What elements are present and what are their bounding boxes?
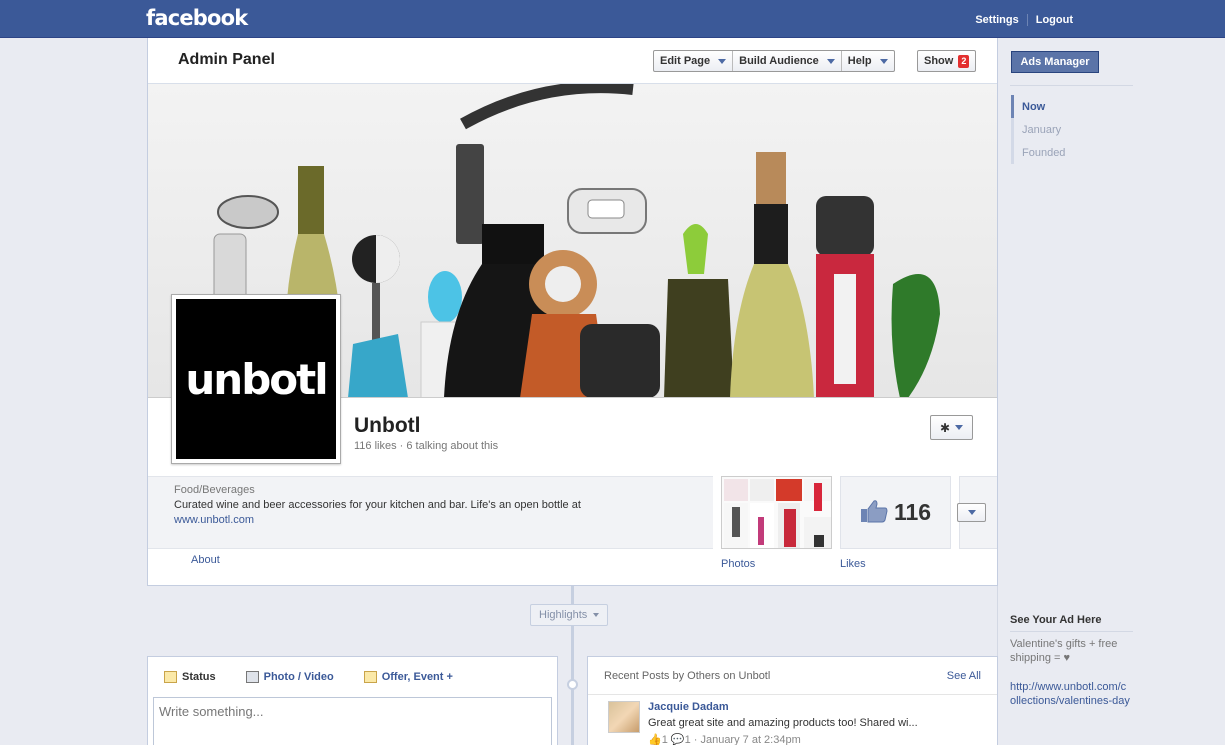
page-options-button[interactable]: ✱: [930, 415, 973, 440]
tab-status[interactable]: Status: [164, 671, 216, 683]
status-icon: [164, 671, 177, 683]
ad-section-title[interactable]: See Your Ad Here: [1010, 614, 1102, 626]
help-label: Help: [847, 55, 872, 67]
chevron-down-icon: [718, 58, 727, 64]
admin-button-group: Edit Page Build Audience Help: [653, 50, 895, 72]
page-name: Unbotl: [354, 414, 421, 437]
timeline-nav-founded[interactable]: Founded: [1011, 141, 1065, 164]
logout-link[interactable]: Logout: [1036, 14, 1073, 26]
edit-page-button[interactable]: Edit Page: [654, 51, 734, 71]
page-stats: 116 likes · 6 talking about this: [354, 440, 499, 452]
facebook-logo[interactable]: facebook: [146, 6, 248, 30]
help-button[interactable]: Help: [842, 51, 894, 71]
show-button[interactable]: Show 2: [917, 50, 977, 72]
camera-icon: [245, 671, 259, 683]
about-section: Food/Beverages Curated wine and beer acc…: [148, 476, 713, 549]
tab-photo-video[interactable]: Photo / Video: [245, 671, 334, 683]
top-bar: facebook Settings Logout: [0, 0, 1225, 38]
timeline-nav-january[interactable]: January: [1011, 118, 1065, 141]
see-all-link[interactable]: See All: [947, 670, 981, 682]
tab-photo-label: Photo / Video: [263, 671, 334, 683]
chevron-down-icon: [593, 613, 600, 617]
composer-tabs: Status Photo / Video Offer, Event +: [148, 657, 557, 697]
thumbs-up-icon: [860, 499, 888, 526]
chevron-down-icon: [967, 510, 976, 515]
offer-icon: [363, 671, 377, 683]
divider: [1010, 85, 1133, 86]
settings-link[interactable]: Settings: [975, 14, 1018, 26]
timeline-nav: Now January Founded: [1011, 95, 1065, 164]
recent-posts-header: Recent Posts by Others on Unbotl See All: [588, 657, 997, 695]
website-link[interactable]: www.unbotl.com: [174, 514, 687, 526]
likes-count: 116: [893, 499, 932, 525]
photos-thumbnail[interactable]: [721, 476, 832, 549]
top-links: Settings Logout: [975, 14, 1073, 26]
profile-logo: unbotl: [176, 299, 336, 459]
gear-icon: ✱: [939, 420, 951, 435]
ads-manager-button[interactable]: Ads Manager: [1011, 51, 1099, 73]
likes-label[interactable]: Likes: [840, 558, 866, 570]
divider: [1010, 631, 1133, 632]
link-divider: [1026, 14, 1028, 26]
highlights-dropdown[interactable]: Highlights: [530, 604, 609, 626]
timeline-dot: [567, 679, 578, 690]
more-apps-button[interactable]: [957, 503, 986, 522]
chevron-down-icon: [826, 58, 835, 64]
photo-grid-image: [722, 477, 831, 548]
page-description: Curated wine and beer accessories for yo…: [174, 499, 581, 511]
chevron-down-icon: [879, 58, 888, 64]
timeline-nav-now[interactable]: Now: [1011, 95, 1065, 118]
post-meta: 👍1 💬1 · January 7 at 2:34pm: [648, 734, 801, 745]
build-audience-label: Build Audience: [739, 55, 819, 67]
ad-text[interactable]: Valentine's gifts + free shipping = ♥: [1010, 637, 1130, 665]
status-input[interactable]: Write something...: [153, 697, 552, 745]
ad-link[interactable]: http://www.unbotl.com/collections/valent…: [1010, 680, 1130, 708]
build-audience-button[interactable]: Build Audience: [733, 51, 842, 71]
about-link[interactable]: About: [191, 554, 220, 566]
recent-posts-title: Recent Posts by Others on Unbotl: [604, 669, 771, 682]
post-author[interactable]: Jacquie Dadam: [648, 701, 729, 713]
post-text: Great great site and amazing products to…: [648, 717, 918, 729]
photos-label[interactable]: Photos: [721, 558, 755, 570]
page-category: Food/Beverages: [174, 484, 255, 496]
show-label: Show: [924, 55, 954, 67]
post-composer: Status Photo / Video Offer, Event + Writ…: [147, 656, 558, 745]
admin-panel-title: Admin Panel: [178, 51, 275, 68]
tab-status-label: Status: [182, 671, 216, 683]
edit-page-label: Edit Page: [660, 55, 711, 67]
chevron-down-icon: [955, 425, 964, 430]
recent-posts-box: Recent Posts by Others on Unbotl See All…: [587, 656, 998, 745]
profile-picture[interactable]: unbotl: [171, 294, 341, 464]
notification-badge: 2: [958, 54, 970, 68]
avatar[interactable]: [608, 701, 640, 733]
tab-offer-event[interactable]: Offer, Event +: [363, 671, 453, 683]
tab-offer-label: Offer, Event +: [381, 671, 453, 683]
page-panel: Admin Panel Edit Page Build Audience Hel…: [147, 38, 998, 586]
likes-tile[interactable]: 116: [840, 476, 951, 549]
highlights-label: Highlights: [539, 609, 588, 621]
admin-bar: Admin Panel Edit Page Build Audience Hel…: [148, 38, 997, 84]
